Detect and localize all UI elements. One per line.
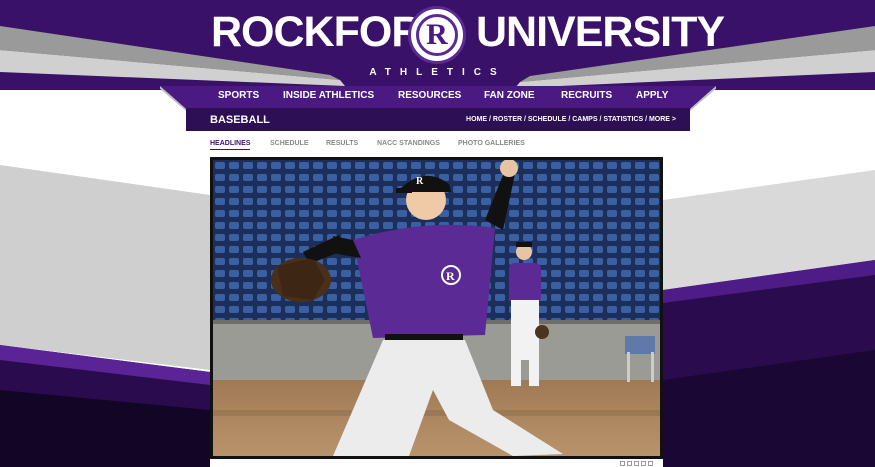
athletics-subtitle: ATHLETICS (369, 67, 506, 78)
nav-sports[interactable]: SPORTS (218, 90, 259, 101)
baseball-pitcher-image: R R (213, 160, 660, 456)
nav-resources[interactable]: RESOURCES (398, 90, 461, 101)
sport-subnav: BASEBALL HOME / ROSTER / SCHEDULE / CAMP… (186, 108, 688, 132)
slide-dot[interactable] (648, 461, 653, 466)
slide-dot[interactable] (634, 461, 639, 466)
slideshow-indicators (620, 461, 653, 467)
tab-headlines[interactable]: HEADLINES (210, 140, 251, 150)
nav-apply[interactable]: APPLY (636, 90, 668, 101)
tab-photo-galleries[interactable]: PHOTO GALLERIES (458, 140, 525, 147)
nav-recruits[interactable]: RECRUITS (561, 90, 612, 101)
nav-fan-zone[interactable]: FAN ZONE (484, 90, 535, 101)
tab-nacc-standings[interactable]: NACC STANDINGS (377, 140, 440, 147)
slide-dot[interactable] (620, 461, 625, 466)
site-title-right[interactable]: UNIVERSITY (476, 8, 725, 56)
main-nav: SPORTS INSIDE ATHLETICS RESOURCES FAN ZO… (0, 86, 875, 108)
featured-photo[interactable]: R R (210, 157, 663, 459)
tab-results[interactable]: RESULTS (326, 140, 358, 147)
jersey-letter: R (446, 269, 455, 283)
cap-letter: R (416, 176, 424, 187)
slide-dot[interactable] (627, 461, 632, 466)
logo-letter: R (416, 14, 458, 56)
sport-title[interactable]: BASEBALL (210, 114, 270, 126)
university-logo[interactable]: R (408, 6, 466, 64)
sport-quick-links[interactable]: HOME / ROSTER / SCHEDULE / CAMPS / STATI… (466, 116, 676, 123)
nav-inside-athletics[interactable]: INSIDE ATHLETICS (283, 90, 374, 101)
tab-schedule[interactable]: SCHEDULE (270, 140, 309, 147)
site-header: ROCKFORD R UNIVERSITY ATHLETICS (0, 0, 875, 84)
slide-dot[interactable] (641, 461, 646, 466)
